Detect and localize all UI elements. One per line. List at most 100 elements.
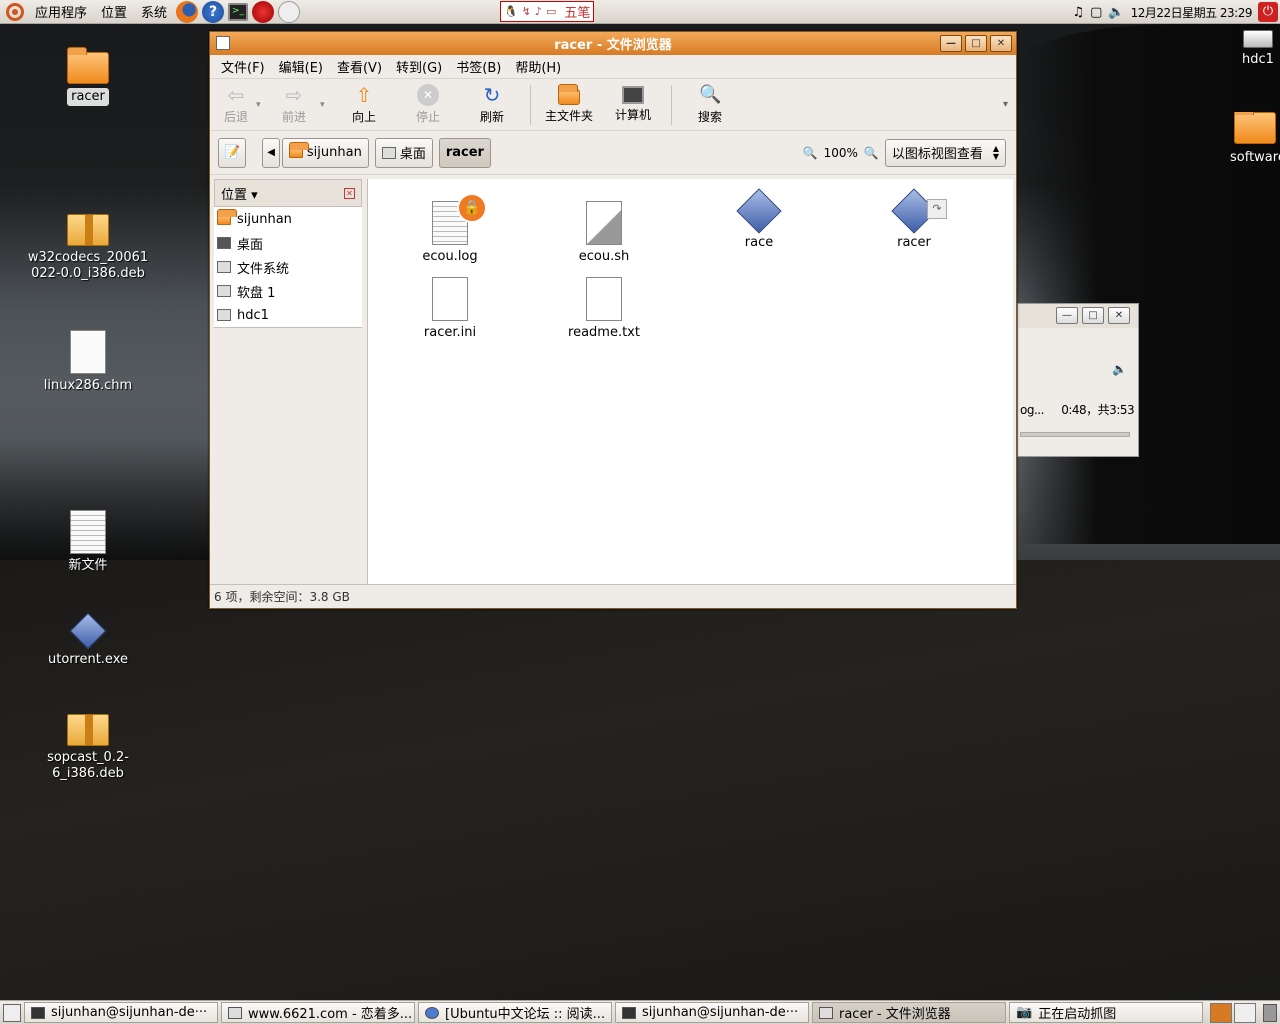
task-screenshot[interactable]: 📷 正在启动抓图 [1009,1002,1203,1023]
terminal-icon[interactable]: >_ [228,2,249,21]
reload-button[interactable]: ↻ 刷新 [460,84,524,125]
task-browser-6621[interactable]: www.6621.com - 恋着多... [221,1002,415,1023]
stop-button[interactable]: ✕ 停止 [396,84,460,125]
file-racer[interactable]: ↷ racer [854,188,974,250]
forward-button[interactable]: ⇨ 前进 [268,84,320,125]
file-readme-txt[interactable]: readme.txt [544,277,664,340]
view-mode-select[interactable]: 以图标视图查看 ▲ ▼ [884,138,1006,167]
toggle-location-entry-button[interactable]: 📝 [218,137,247,168]
sidebar-close-icon[interactable]: ✕ [344,187,355,199]
path-button-desktop[interactable]: 桌面 [374,137,433,168]
sidebar-type-select[interactable]: 位置 ▾ [221,184,258,203]
menu-go[interactable]: 转到(G) [389,57,449,76]
back-button[interactable]: ⇦ 后退 [216,84,256,125]
home-button[interactable]: 主文件夹 [537,84,601,124]
path-label: 桌面 [399,147,426,162]
file-race[interactable]: race [699,188,819,250]
close-button[interactable]: ✕ [990,35,1012,52]
zoom-out-icon[interactable]: 🔍 [803,146,818,160]
close-button[interactable]: ✕ [1108,307,1130,324]
up-arrow-icon: ⇧ [355,83,373,107]
task-terminal-2[interactable]: sijunhan@sijunhan-de··· [615,1002,809,1023]
desktop-icon-software[interactable]: software [1186,112,1280,166]
file-label: ecou.log [422,249,478,264]
panel-clock[interactable]: 12月22日星期五 23:29 [1131,4,1253,21]
ime-toggle-icon[interactable]: ↯ [522,5,531,18]
computer-button[interactable]: 计算机 [601,86,665,123]
network-icon[interactable]: ▢ [1090,5,1102,20]
desktop-icon-hdc1[interactable]: hdc1 [1188,30,1280,68]
ubuntu-logo-icon[interactable] [6,2,24,21]
back-arrow-icon: ⇦ [227,83,245,107]
search-button[interactable]: 🔍 搜索 [678,84,742,125]
file-icon-view[interactable]: 🔒 ecou.log ecou.sh race ↷ racer racer.in… [367,179,1013,584]
desktop-icon-utorrent[interactable]: utorrent.exe [18,612,158,668]
place-floppy[interactable]: 软盘 1 [214,279,362,303]
maximize-button[interactable]: □ [965,35,987,52]
volume-icon[interactable]: 🔈 [1112,362,1127,376]
clock-app-icon[interactable] [278,0,301,23]
task-file-browser[interactable]: racer - 文件浏览器 [812,1002,1006,1023]
window-menu-icon[interactable] [216,36,230,50]
path-button-home[interactable]: sijunhan [281,137,369,168]
task-ubuntu-forum[interactable]: [Ubuntu中文论坛 :: 阅读... [418,1002,612,1023]
zoom-in-icon[interactable]: 🔍 [864,146,879,160]
menu-bookmarks[interactable]: 书签(B) [449,57,508,76]
menu-file[interactable]: 文件(F) [214,57,272,76]
power-icon[interactable]: ⏻ [1258,2,1278,22]
path-button-racer[interactable]: racer [438,137,491,168]
minimize-button[interactable]: — [1056,307,1078,324]
input-method-bar[interactable]: 🐧 ↯ ♪ ▭ 五笔 [500,1,595,22]
place-home[interactable]: sijunhan [214,207,362,231]
menu-places[interactable]: 位置 [94,2,134,21]
place-hdc1[interactable]: hdc1 [214,303,362,327]
firefox-icon [425,1006,439,1019]
file-ecou-sh[interactable]: ecou.sh [544,189,664,264]
seek-bar[interactable] [1020,432,1130,437]
menu-applications[interactable]: 应用程序 [28,2,94,21]
help-icon[interactable]: ? [202,0,225,23]
minimize-button[interactable]: — [940,35,962,52]
menu-system[interactable]: 系统 [134,2,174,21]
menu-help[interactable]: 帮助(H) [508,57,568,76]
menu-view[interactable]: 查看(V) [330,57,389,76]
workspace-1[interactable] [1210,1002,1232,1023]
music-icon[interactable]: ♫ [1072,5,1084,20]
workspace-2[interactable] [1234,1002,1256,1023]
desktop-icon-racer[interactable]: racer [18,47,158,106]
path-scroll-left-button[interactable]: ◀ [262,137,280,168]
maximize-button[interactable]: □ [1082,307,1104,324]
file-racer-ini[interactable]: racer.ini [390,277,510,340]
window-titlebar[interactable]: racer - 文件浏览器 — □ ✕ [210,32,1016,55]
menu-edit[interactable]: 编辑(E) [272,57,330,76]
file-ecou-log[interactable]: 🔒 ecou.log [390,189,510,264]
ime-punct-icon[interactable]: ♪ [535,5,542,18]
desktop-icon-w32codecs[interactable]: w32codecs_20061022-0.0_i386.deb [18,214,158,282]
place-filesystem[interactable]: 文件系统 [214,255,362,279]
harddisk-icon [217,261,231,273]
desktop-icon-new-file[interactable]: 新文件 [18,510,158,574]
task-terminal-1[interactable]: sijunhan@sijunhan-de··· [24,1002,218,1023]
ime-mode-label[interactable]: 五笔 [560,2,590,21]
ime-softkbd-icon[interactable]: ▭ [546,5,556,18]
home-folder-icon [558,84,580,105]
zoom-control: 🔍 100% 🔍 [803,146,879,160]
penguin-icon[interactable]: 🐧 [504,5,518,18]
mail-icon[interactable] [252,0,275,23]
trash-icon[interactable] [1263,1003,1277,1022]
show-desktop-icon[interactable] [3,1003,21,1022]
volume-icon[interactable]: 🔈 [1108,5,1124,20]
back-history-chevron-icon[interactable]: ▾ [256,100,268,110]
desktop-icon-sopcast[interactable]: sopcast_0.2-6_i386.deb [18,714,158,782]
place-desktop[interactable]: 桌面 [214,231,362,255]
firefox-icon[interactable] [176,0,199,23]
up-button[interactable]: ⇧ 向上 [332,84,396,125]
zoom-level[interactable]: 100% [824,146,858,160]
desktop-icon-linux286[interactable]: linux286.chm [18,330,158,394]
workspace-switcher[interactable] [1210,1002,1256,1023]
forward-history-chevron-icon[interactable]: ▾ [320,100,332,110]
path-label: sijunhan [306,145,362,160]
sidebar: 位置 ▾ ✕ sijunhan 桌面 文件系统 软盘 1 hdc1 [214,179,362,581]
toolbar-overflow-icon[interactable]: ▾ [1003,99,1008,110]
window-title: racer - 文件浏览器 [554,38,672,53]
